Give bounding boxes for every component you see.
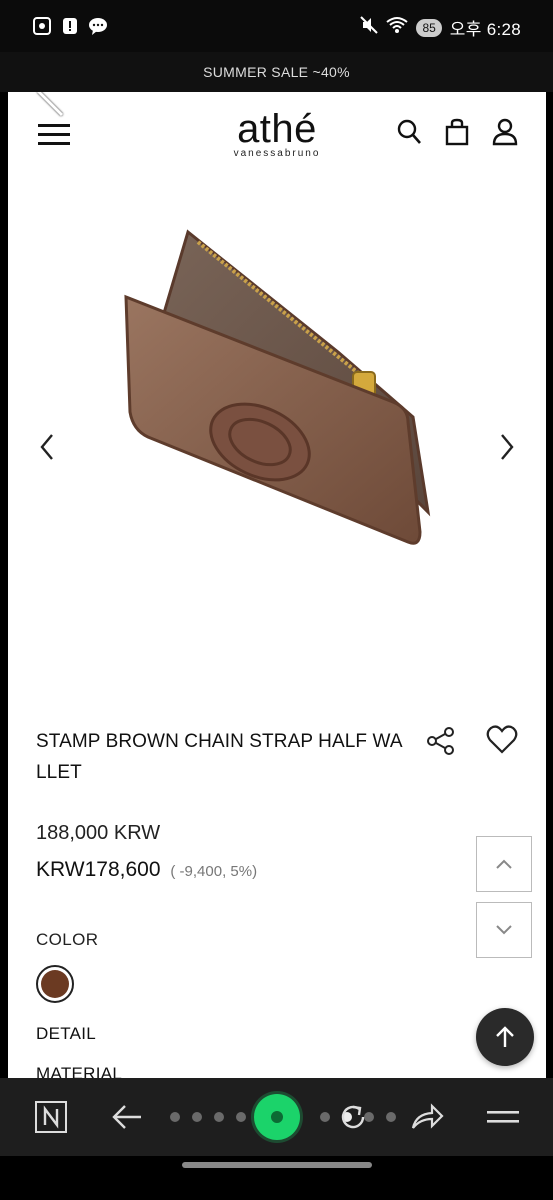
share-icon[interactable] — [426, 726, 456, 756]
bag-icon[interactable] — [444, 118, 470, 146]
sale-price: KRW178,600 — [36, 858, 161, 881]
chevron-up-icon — [496, 859, 512, 869]
detail-section[interactable]: DETAIL — [36, 1024, 96, 1044]
product-page: athé vanessabruno STAMP BROWN CHAIN STRA… — [8, 92, 546, 1078]
naver-home-icon[interactable] — [32, 1098, 70, 1136]
home-gesture-bar[interactable] — [182, 1162, 372, 1168]
search-icon[interactable] — [396, 118, 422, 146]
gesture-navigation-area — [0, 1156, 553, 1200]
browser-toolbar — [0, 1078, 553, 1156]
user-icon[interactable] — [492, 118, 518, 146]
scroll-down-button[interactable] — [476, 902, 532, 958]
battery-icon: 85 — [416, 18, 442, 37]
color-label: COLOR — [36, 930, 99, 949]
original-price: 188,000 KRW — [36, 822, 161, 844]
mute-icon — [360, 16, 379, 39]
chevron-left-icon[interactable] — [36, 432, 60, 462]
page-dot — [170, 1112, 180, 1122]
page-dot — [386, 1112, 396, 1122]
menu-lines-icon[interactable] — [484, 1098, 522, 1136]
green-dot-icon — [268, 1108, 286, 1126]
page-dot — [192, 1112, 202, 1122]
promo-banner[interactable]: SUMMER SALE ~40% — [0, 52, 553, 92]
wifi-icon — [386, 16, 409, 39]
promo-text: SUMMER SALE ~40% — [203, 64, 350, 80]
chat-icon — [88, 16, 108, 41]
page-dot — [214, 1112, 224, 1122]
alert-icon — [62, 16, 78, 41]
logo-sub-text: vanessabruno — [233, 148, 321, 159]
site-header: athé vanessabruno — [8, 92, 546, 182]
product-title: STAMP BROWN CHAIN STRAP HALF WA LLET — [36, 731, 402, 783]
back-arrow-icon[interactable] — [108, 1098, 146, 1136]
share-arrow-icon[interactable] — [408, 1098, 446, 1136]
close-icon[interactable] — [30, 92, 70, 123]
clock: 오후 6:28 — [449, 20, 521, 39]
material-section[interactable]: MATERIAL — [36, 1064, 122, 1078]
product-image-gallery[interactable] — [8, 192, 546, 752]
color-swatch-fill — [41, 970, 69, 998]
color-swatch[interactable] — [36, 965, 74, 1003]
discount-amount: ( -9,400, 5%) — [170, 863, 258, 880]
refresh-icon[interactable] — [334, 1098, 372, 1136]
screenshot-icon — [32, 16, 52, 41]
heart-icon[interactable] — [486, 724, 518, 756]
status-bar: 85 오후 6:28 — [0, 0, 553, 52]
scroll-to-top-button[interactable] — [476, 1008, 534, 1066]
page-dot — [320, 1112, 330, 1122]
arrow-up-icon — [496, 1026, 514, 1047]
product-image — [124, 229, 431, 545]
green-assistant-button[interactable] — [254, 1094, 300, 1140]
chevron-right-icon[interactable] — [494, 432, 518, 462]
chevron-down-icon — [496, 925, 512, 935]
page-dot — [236, 1112, 246, 1122]
scroll-up-button[interactable] — [476, 836, 532, 892]
sale-price-row: KRW178,600 ( -9,400, 5%) — [36, 858, 257, 882]
